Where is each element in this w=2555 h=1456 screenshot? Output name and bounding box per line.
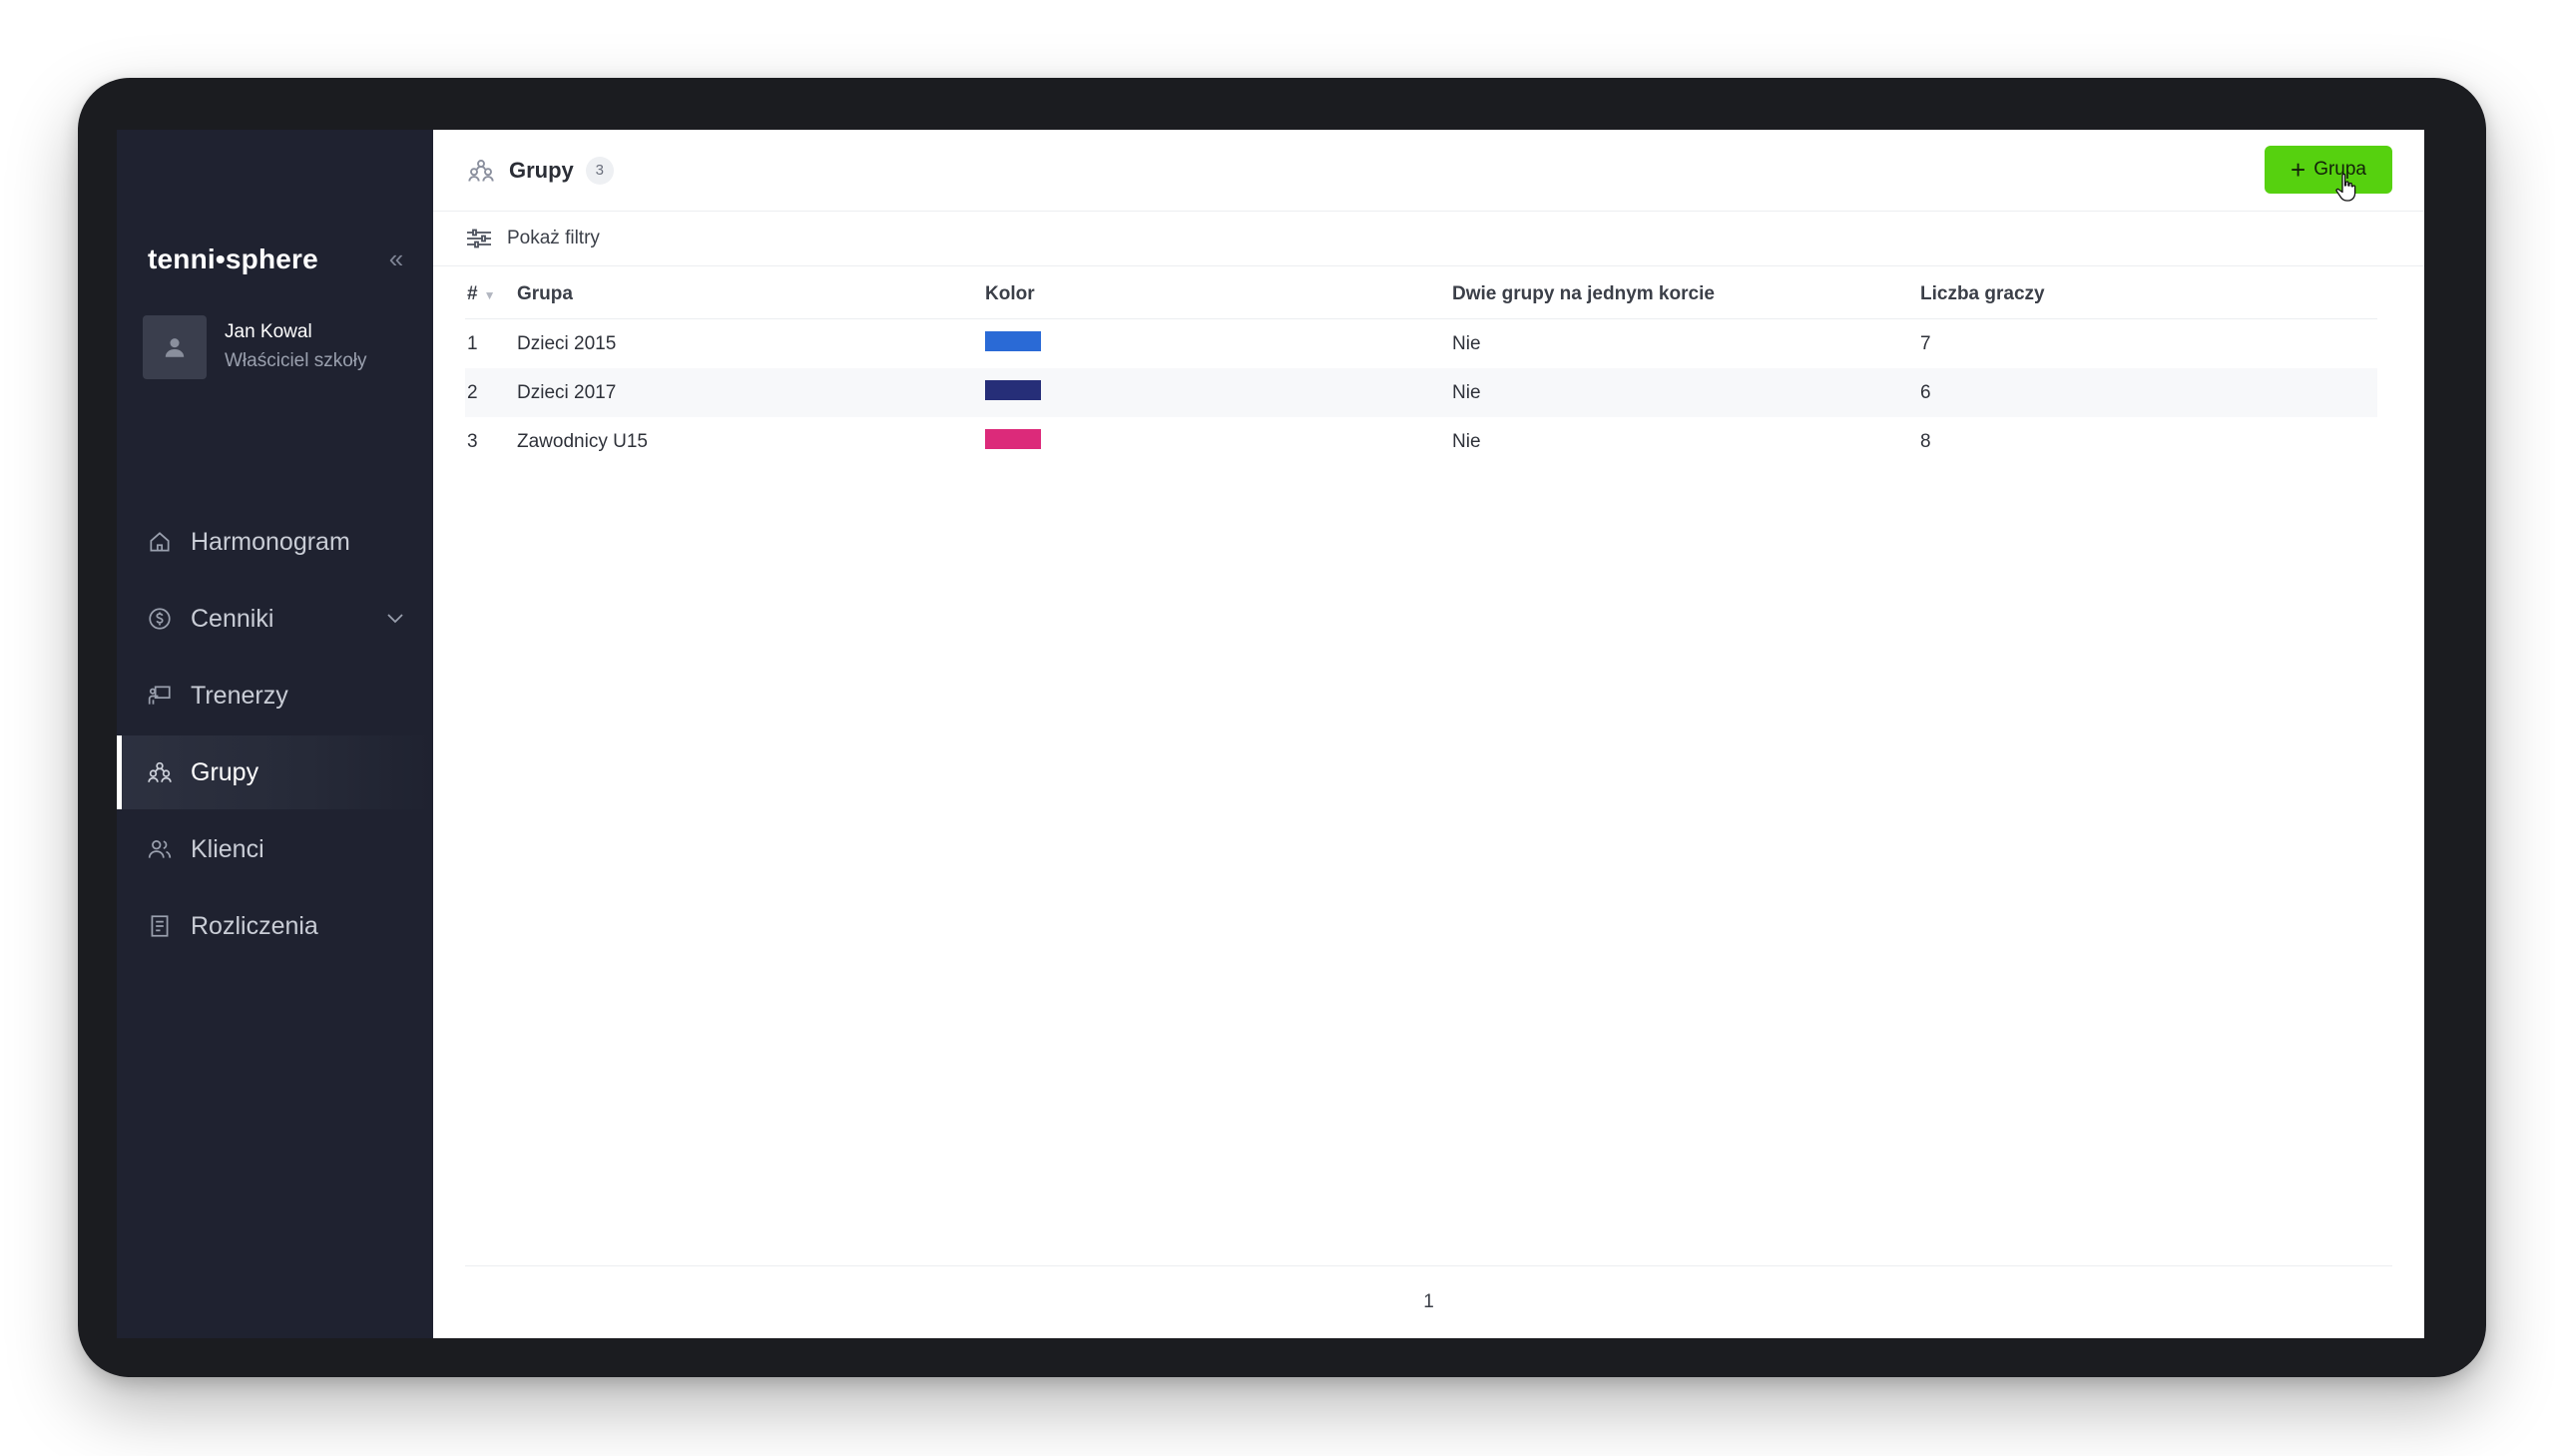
person-icon [165, 338, 185, 357]
column-header-color[interactable]: Kolor [985, 283, 1452, 305]
column-header-index[interactable]: # ▼ [465, 283, 517, 305]
sidebar-item-grupy[interactable]: Grupy [117, 735, 433, 809]
double-chevron-left-icon[interactable]: « [383, 245, 409, 271]
sidebar-item-label: Rozliczenia [191, 911, 318, 940]
table-header: # ▼ Grupa Kolor Dwie grupy na jednym korc… [465, 269, 2377, 319]
groups-icon [147, 759, 173, 785]
sidebar-item-cenniki[interactable]: Cenniki [117, 582, 433, 656]
two-groups-value: Nie [1452, 430, 1481, 452]
sidebar-item-rozliczenia[interactable]: Rozliczenia [117, 889, 433, 963]
row-index: 2 [467, 381, 478, 403]
user-profile[interactable]: Jan Kowal Właściciel szkoły [143, 315, 367, 379]
table-row[interactable]: 2 Dzieci 2017 Nie 6 [465, 368, 2377, 417]
plus-icon: + [2291, 155, 2306, 185]
color-swatch [985, 330, 1041, 351]
page-title: Grupy [509, 157, 574, 183]
sidebar-nav: Harmonogram Cenniki Trenerzy Grupy Klien… [117, 505, 433, 966]
page-number-current[interactable]: 1 [1423, 1291, 1434, 1313]
group-color-cell [985, 330, 1452, 357]
table-row[interactable]: 1 Dzieci 2015 Nie 7 [465, 319, 2377, 368]
column-header-players[interactable]: Liczba graczy [1920, 283, 2377, 305]
main-content: Grupy 3 + Grupa Pokaż filtry # ▼ Grupa K… [433, 130, 2424, 1338]
group-name: Zawodnicy U15 [517, 430, 648, 452]
dollar-circle-icon [147, 606, 173, 632]
sidebar-item-trenerzy[interactable]: Trenerzy [117, 659, 433, 732]
show-filters-label: Pokaż filtry [507, 228, 600, 248]
color-swatch [985, 379, 1041, 400]
group-color-cell [985, 428, 1452, 455]
color-swatch [985, 428, 1041, 449]
hand-pointer-cursor-icon [2335, 173, 2356, 202]
row-index: 1 [467, 332, 478, 354]
sidebar-item-label: Klienci [191, 834, 264, 863]
row-index: 3 [467, 430, 478, 452]
trainer-board-icon [147, 683, 173, 709]
filter-sliders-icon [465, 228, 493, 249]
users-icon [147, 836, 173, 862]
two-groups-value: Nie [1452, 332, 1481, 354]
column-header-two-groups[interactable]: Dwie grupy na jednym korcie [1452, 283, 1920, 305]
page-header: Grupy 3 + Grupa [433, 130, 2424, 212]
players-count: 8 [1920, 430, 1931, 452]
sidebar-item-label: Cenniki [191, 604, 274, 633]
brand-logo: tenni•sphere [148, 243, 318, 274]
group-name: Dzieci 2017 [517, 381, 617, 403]
home-icon [147, 529, 173, 555]
app-screen: tenni•sphere « Jan Kowal Właściciel szko… [117, 130, 2424, 1338]
column-header-group[interactable]: Grupa [517, 283, 985, 305]
pagination: 1 [465, 1265, 2392, 1338]
groups-icon [467, 157, 495, 185]
user-role: Właściciel szkoły [225, 350, 367, 371]
sort-desc-icon[interactable]: ▼ [484, 288, 496, 302]
sidebar-item-harmonogram[interactable]: Harmonogram [117, 505, 433, 579]
group-color-cell [985, 379, 1452, 406]
sidebar: tenni•sphere « Jan Kowal Właściciel szko… [117, 130, 433, 1338]
count-badge: 3 [585, 156, 614, 185]
chevron-down-icon [387, 614, 403, 624]
avatar [143, 315, 207, 379]
two-groups-value: Nie [1452, 381, 1481, 403]
show-filters-toggle[interactable]: Pokaż filtry [433, 212, 2424, 266]
groups-table: # ▼ Grupa Kolor Dwie grupy na jednym korc… [465, 269, 2377, 466]
sidebar-item-label: Harmonogram [191, 527, 350, 556]
receipt-icon [147, 913, 173, 939]
sidebar-item-label: Trenerzy [191, 681, 288, 710]
add-group-button[interactable]: + Grupa [2265, 146, 2392, 194]
group-name: Dzieci 2015 [517, 332, 617, 354]
players-count: 7 [1920, 332, 1931, 354]
user-name: Jan Kowal [225, 321, 312, 342]
device-frame: tenni•sphere « Jan Kowal Właściciel szko… [78, 78, 2486, 1377]
sidebar-item-label: Grupy [191, 757, 259, 786]
table-row[interactable]: 3 Zawodnicy U15 Nie 8 [465, 417, 2377, 466]
sidebar-item-klienci[interactable]: Klienci [117, 812, 433, 886]
players-count: 6 [1920, 381, 1931, 403]
